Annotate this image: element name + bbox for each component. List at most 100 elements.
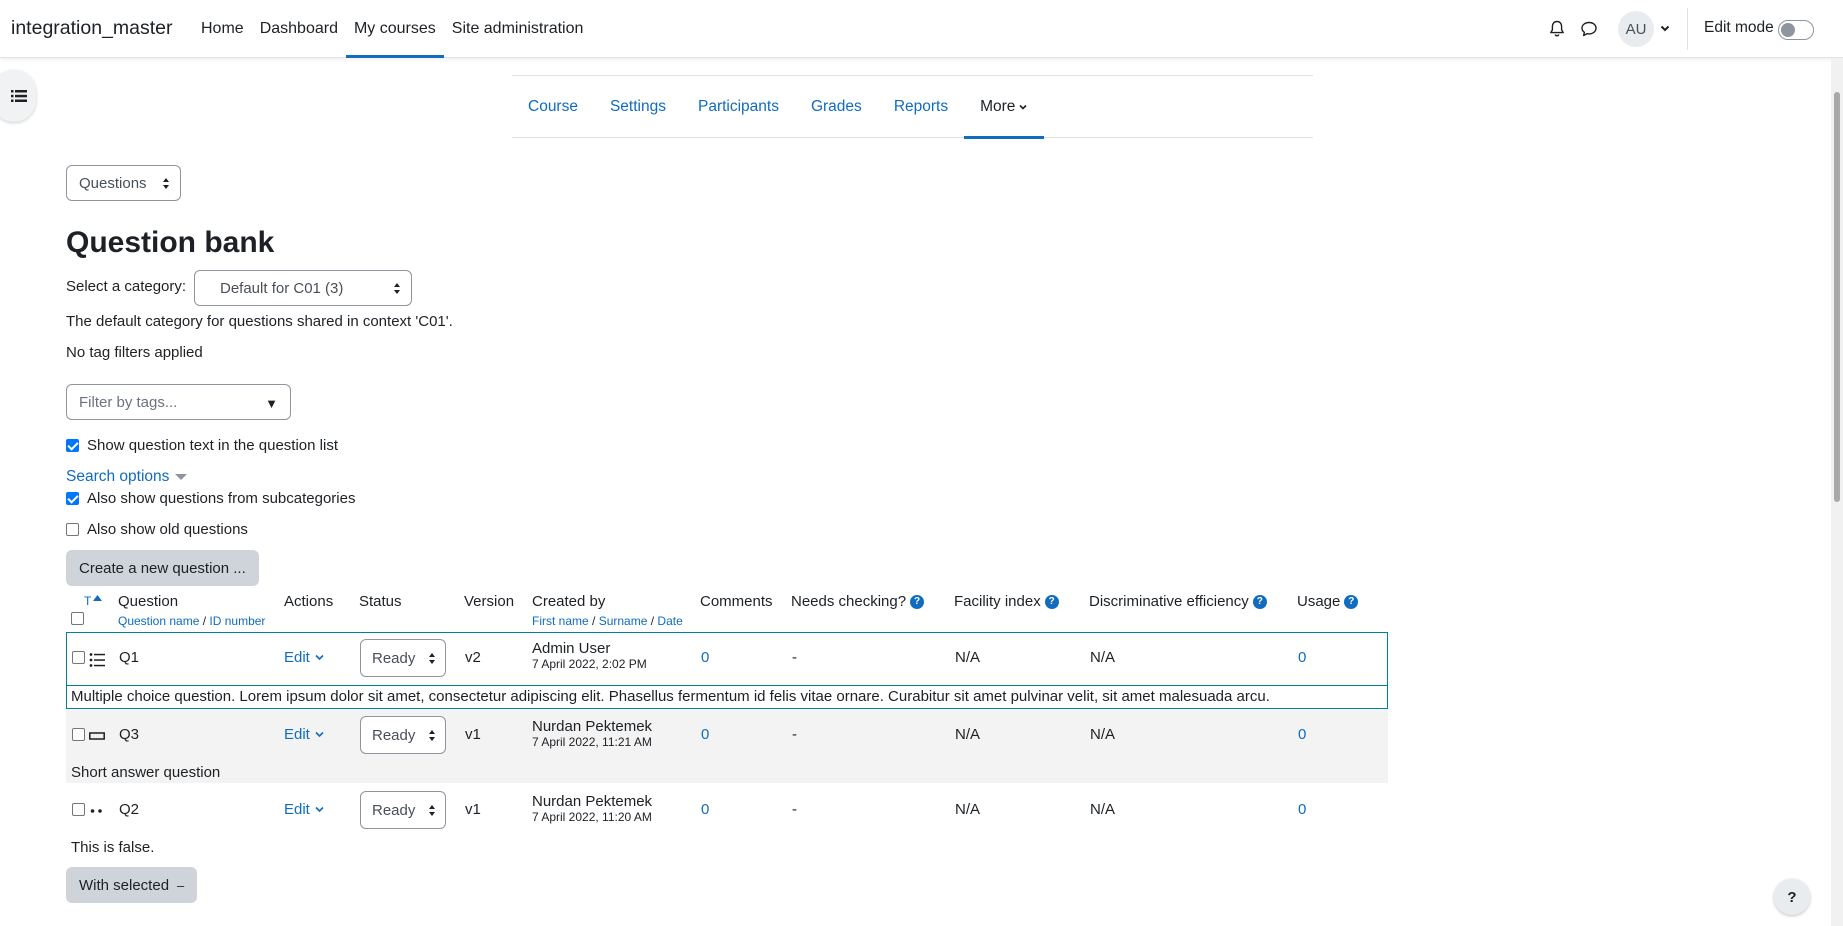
help-icon[interactable]: ?: [1044, 595, 1059, 610]
edit-action-menu[interactable]: Edit: [284, 726, 324, 743]
nav-site-administration[interactable]: Site administration: [444, 0, 592, 58]
question-text: Short answer question: [71, 764, 221, 781]
chevron-down-icon: [315, 654, 324, 661]
header-needs-checking: Needs checking??: [791, 593, 925, 610]
tab-settings[interactable]: Settings: [594, 76, 682, 138]
messages-chat-icon[interactable]: [1579, 19, 1599, 39]
list-icon: [11, 90, 27, 102]
select-all-checkbox[interactable]: [71, 612, 84, 625]
header-facility-index-label: Facility index: [954, 593, 1041, 610]
tab-course[interactable]: Course: [512, 76, 594, 138]
header-usage-label: Usage: [1297, 593, 1341, 610]
help-icon[interactable]: ?: [1344, 595, 1359, 610]
subcategories-label: Also show questions from subcategories: [87, 490, 356, 507]
sort-date-link[interactable]: Date: [657, 614, 682, 628]
separator: /: [199, 614, 210, 628]
comments-link[interactable]: 0: [701, 801, 709, 818]
created-date: 7 April 2022, 2:02 PM: [532, 657, 647, 671]
header-needs-checking-label: Needs checking?: [791, 593, 907, 610]
created-by-cell: Admin User 7 April 2022, 2:02 PM: [532, 640, 647, 671]
category-select[interactable]: Default for C01 (3): [194, 270, 412, 306]
question-bank-page-select[interactable]: Questions: [66, 165, 181, 201]
sort-question-name-link[interactable]: Question name: [118, 614, 199, 628]
edit-action-menu[interactable]: Edit: [284, 801, 324, 818]
dropdown-triangle-icon[interactable]: ▼: [265, 396, 278, 411]
needs-checking-value: -: [792, 649, 797, 666]
course-secondary-navigation: Course Settings Participants Grades Repo…: [512, 75, 1313, 139]
version-value: v1: [465, 726, 481, 743]
show-question-text-checkbox[interactable]: [66, 439, 79, 452]
toggle-knob: [1781, 23, 1795, 37]
multichoice-icon: [89, 653, 105, 667]
select-arrows-icon: [394, 283, 400, 294]
primary-navigation: Home Dashboard My courses Site administr…: [193, 0, 591, 58]
row-divider: [67, 685, 1387, 686]
chevron-down-icon[interactable]: [1659, 22, 1671, 34]
subcategories-checkbox[interactable]: [66, 492, 79, 505]
nav-my-courses[interactable]: My courses: [345, 0, 444, 58]
facility-index-value: N/A: [955, 801, 981, 818]
created-by-cell: Nurdan Pektemek 7 April 2022, 11:20 AM: [532, 793, 652, 824]
search-options-toggle[interactable]: Search options: [66, 468, 188, 486]
sort-by-type-link[interactable]: T: [84, 594, 103, 608]
tab-grades[interactable]: Grades: [795, 76, 878, 138]
comments-link[interactable]: 0: [701, 649, 709, 666]
created-date: 7 April 2022, 11:20 AM: [532, 810, 652, 824]
create-new-question-button[interactable]: Create a new question ...: [66, 550, 259, 586]
question-text: This is false.: [71, 839, 155, 856]
help-icon[interactable]: ?: [1252, 595, 1267, 610]
edit-action-menu[interactable]: Edit: [284, 649, 324, 666]
course-index-drawer-button[interactable]: [0, 70, 36, 122]
sort-first-name-link[interactable]: First name: [532, 614, 589, 628]
version-value: v2: [465, 649, 481, 666]
with-selected-button[interactable]: With selected –: [66, 867, 198, 903]
nav-dashboard[interactable]: Dashboard: [252, 0, 346, 58]
with-selected-label: With selected: [79, 876, 170, 894]
notifications-bell-icon[interactable]: [1547, 19, 1567, 39]
status-select[interactable]: Ready: [360, 639, 446, 677]
scrollbar-thumb[interactable]: [1834, 92, 1840, 502]
page-scrollbar[interactable]: [1831, 58, 1843, 926]
tab-reports[interactable]: Reports: [878, 76, 964, 138]
top-navbar: integration_master Home Dashboard My cou…: [0, 0, 1843, 58]
nav-home[interactable]: Home: [193, 0, 252, 58]
creator-name: Nurdan Pektemek: [532, 718, 653, 735]
question-name: Q2: [119, 801, 140, 818]
usage-link[interactable]: 0: [1298, 726, 1306, 743]
usage-link[interactable]: 0: [1298, 649, 1306, 666]
status-select[interactable]: Ready: [360, 716, 446, 754]
shortanswer-icon: [89, 732, 105, 740]
created-by-cell: Nurdan Pektemek 7 April 2022, 11:21 AM: [532, 718, 652, 749]
category-description: The default category for questions share…: [66, 313, 453, 330]
header-discriminative-efficiency-label: Discriminative efficiency: [1089, 593, 1249, 610]
row-checkbox[interactable]: [72, 728, 85, 741]
comments-link[interactable]: 0: [701, 726, 709, 743]
sort-surname-link[interactable]: Surname: [599, 614, 648, 628]
tag-filter-input[interactable]: Filter by tags... ▼: [66, 384, 291, 420]
creator-name: Nurdan Pektemek: [532, 793, 653, 810]
site-brand[interactable]: integration_master: [11, 17, 173, 40]
user-avatar[interactable]: AU: [1618, 11, 1654, 47]
search-options-label: Search options: [66, 468, 170, 485]
tab-participants[interactable]: Participants: [682, 76, 795, 138]
tab-more[interactable]: More: [964, 76, 1045, 139]
header-question-sort: Question name / ID number: [118, 614, 265, 628]
page-select-value: Questions: [79, 174, 147, 192]
row-checkbox[interactable]: [72, 803, 85, 816]
row-checkbox[interactable]: [72, 651, 85, 664]
status-select-value: Ready: [372, 649, 416, 667]
header-facility-index: Facility index?: [954, 593, 1059, 610]
header-status: Status: [359, 593, 402, 610]
usage-link[interactable]: 0: [1298, 801, 1306, 818]
header-actions: Actions: [284, 593, 334, 610]
help-question-icon[interactable]: ?: [1774, 879, 1810, 915]
discriminative-efficiency-value: N/A: [1090, 649, 1116, 666]
help-icon[interactable]: ?: [910, 595, 925, 610]
separator: /: [647, 614, 658, 628]
status-select[interactable]: Ready: [360, 791, 446, 829]
sort-id-number-link[interactable]: ID number: [209, 614, 265, 628]
edit-mode-toggle[interactable]: [1778, 20, 1814, 40]
select-arrows-icon: [429, 730, 435, 741]
old-questions-checkbox[interactable]: [66, 523, 79, 536]
old-questions-label: Also show old questions: [87, 521, 248, 538]
